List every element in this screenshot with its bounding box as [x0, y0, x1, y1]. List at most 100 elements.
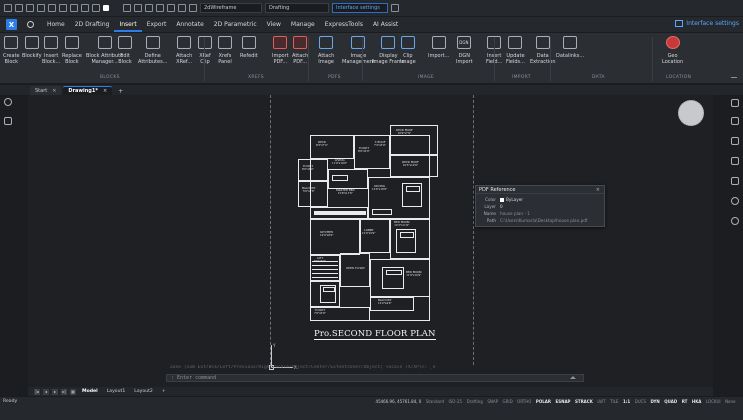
close-icon[interactable]: ×	[52, 88, 56, 94]
color-swatch-icon[interactable]	[103, 5, 109, 11]
library-icon[interactable]	[731, 177, 739, 185]
last-layout-button[interactable]: ▸|	[61, 388, 67, 395]
menu-export[interactable]: Export	[142, 17, 172, 32]
tab-drawing1[interactable]: Drawing1* ×	[63, 86, 113, 95]
location-pin-icon[interactable]	[731, 197, 739, 205]
properties-icon[interactable]	[167, 4, 175, 12]
status-toggle-strack[interactable]: STRACK	[573, 398, 594, 405]
blockify-button[interactable]: Blockify	[22, 36, 42, 59]
first-layout-button[interactable]: |◂	[34, 388, 40, 395]
snap-settings-icon[interactable]	[156, 4, 164, 12]
layout-grid-icon[interactable]: ▦	[70, 388, 76, 395]
status-toggle-ducs[interactable]: DUCS	[633, 398, 647, 405]
update-fields-button[interactable]: Update Fields...	[506, 36, 525, 65]
new-file-icon[interactable]	[4, 4, 12, 12]
tool-palette-icon[interactable]	[189, 4, 197, 12]
print-icon[interactable]	[48, 4, 56, 12]
import-pdf-button[interactable]: Import PDF...	[272, 36, 289, 65]
open-file-icon[interactable]	[15, 4, 23, 12]
app-logo[interactable]: X	[6, 19, 17, 30]
attach-icon[interactable]	[731, 137, 739, 145]
linetype-icon[interactable]	[123, 4, 131, 12]
tab-layout2[interactable]: Layout2	[131, 389, 156, 394]
tab-model[interactable]: Model	[79, 389, 101, 394]
status-toggle-snap[interactable]: SNAP	[486, 398, 500, 405]
status-toggle-lockui[interactable]: LOCKUI	[704, 398, 722, 405]
insert-block-button[interactable]: Insert Block...	[42, 36, 60, 65]
properties-panel-icon[interactable]	[731, 99, 739, 107]
status-toggle-quad[interactable]: QUAD	[663, 398, 679, 405]
attach-pdf-button[interactable]: Attach PDF...	[292, 36, 308, 65]
menu-2d-drafting[interactable]: 2D Drafting	[70, 17, 115, 32]
status-toggle-ortho[interactable]: ORTHO	[516, 398, 533, 405]
chevron-up-icon[interactable]	[570, 376, 576, 379]
prev-layout-button[interactable]: ◂	[43, 388, 49, 395]
attach-image-button[interactable]: Attach Image	[318, 36, 334, 65]
create-block-button[interactable]: Create Block	[3, 36, 20, 65]
datalinks-button[interactable]: Datalinks...	[556, 36, 584, 59]
interface-settings-field[interactable]: Interface settings	[332, 3, 388, 13]
status-toggle-drafting[interactable]: Drafting	[465, 398, 484, 405]
status-toggle-rt[interactable]: RT	[680, 398, 689, 405]
pin-icon[interactable]	[4, 98, 12, 106]
menu-insert[interactable]: Insert	[114, 17, 142, 32]
search-commands-icon[interactable]	[391, 4, 399, 12]
image-management-button[interactable]: Image Management	[342, 36, 375, 65]
undo-icon[interactable]	[59, 4, 67, 12]
redo-icon[interactable]	[70, 4, 78, 12]
status-toggle-tile[interactable]: TILE	[609, 398, 620, 405]
status-toggle-iso-25[interactable]: ISO-25	[447, 398, 464, 405]
replace-block-button[interactable]: Replace Block	[62, 36, 82, 65]
visual-style-select[interactable]: 2dWireframe	[200, 3, 262, 13]
status-toggle-dyn[interactable]: DYN	[649, 398, 661, 405]
edit-block-button[interactable]: Edit Block	[118, 36, 132, 65]
menu-view[interactable]: View	[262, 17, 286, 32]
new-tab-button[interactable]: +	[114, 88, 127, 95]
layer-states-icon[interactable]	[731, 117, 739, 125]
status-toggle-standard[interactable]: Standard	[424, 398, 445, 405]
menu-home[interactable]: Home	[42, 17, 70, 32]
menu-2d-parametric[interactable]: 2D Parametric	[209, 17, 262, 32]
geo-location-button[interactable]: Geo Location	[662, 36, 683, 65]
drawing-canvas[interactable]: DECK ROOF 16'9"x7'9" DECK 8'3"x7'3" TOIL…	[28, 95, 713, 387]
xrefs-panel-button[interactable]: Xrefs Panel	[218, 36, 232, 65]
define-attributes-button[interactable]: Define Attributes...	[138, 36, 167, 65]
draw-order-icon[interactable]	[731, 157, 739, 165]
status-toggle-1-1[interactable]: 1:1	[621, 398, 631, 405]
command-input[interactable]: : Enter command	[166, 374, 584, 382]
layer-manager-icon[interactable]	[92, 4, 100, 12]
status-toggle-esnap[interactable]: ESNAP	[554, 398, 572, 405]
menu-annotate[interactable]: Annotate	[171, 17, 208, 32]
status-toggle-grid[interactable]: GRID	[501, 398, 514, 405]
next-layout-button[interactable]: ▸	[52, 388, 58, 395]
add-layout-button[interactable]: +	[159, 389, 169, 394]
ribbon-collapse-icon[interactable]	[731, 77, 737, 81]
floor-plan[interactable]: DECK ROOF 16'9"x7'9" DECK 8'3"x7'3" TOIL…	[290, 125, 470, 325]
navigation-viewcube[interactable]	[678, 100, 704, 126]
close-icon[interactable]: ×	[103, 88, 107, 94]
upload-icon[interactable]	[731, 217, 739, 225]
tab-layout1[interactable]: Layout1	[104, 389, 129, 394]
attach-xref-button[interactable]: Attach XRef...	[176, 36, 192, 65]
refedit-button[interactable]: Refedit	[240, 36, 258, 59]
status-toggle-hka[interactable]: HKA	[690, 398, 703, 405]
design-center-icon[interactable]	[178, 4, 186, 12]
tab-start[interactable]: Start ×	[30, 86, 62, 95]
layers-panel-icon[interactable]	[4, 117, 12, 125]
status-toggle-lwt[interactable]: LWT	[596, 398, 607, 405]
xref-clip-button[interactable]: XRef Clip	[198, 36, 212, 65]
dgn-import-button[interactable]: DGN DGN Import	[456, 36, 473, 65]
clip-image-button[interactable]: Clip Image	[400, 36, 416, 65]
search-icon[interactable]	[27, 21, 34, 28]
status-toggle-none[interactable]: None	[724, 398, 737, 405]
menu-expresstools[interactable]: ExpressTools	[320, 17, 368, 32]
workspace-select[interactable]: Drafting	[265, 3, 329, 13]
menu-ai-assist[interactable]: AI Assist	[368, 17, 403, 32]
menu-manage[interactable]: Manage	[286, 17, 320, 32]
status-toggle-polar[interactable]: POLAR	[534, 398, 552, 405]
lineweight-icon[interactable]	[134, 4, 142, 12]
data-extraction-button[interactable]: Data Extraction	[530, 36, 556, 65]
match-properties-icon[interactable]	[81, 4, 89, 12]
save-as-icon[interactable]	[37, 4, 45, 12]
interface-settings-button[interactable]: Interface settings	[675, 20, 739, 27]
